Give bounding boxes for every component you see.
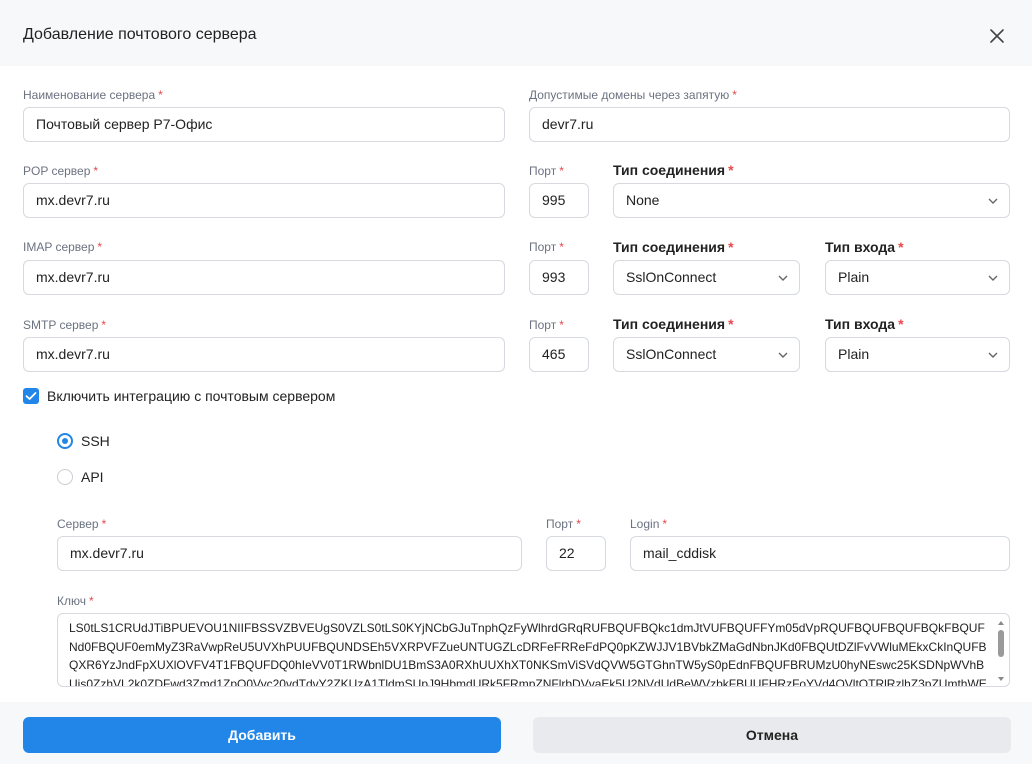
ssh-port-field[interactable]: 22 (546, 536, 606, 571)
pop-conn-type-select[interactable]: None (613, 183, 1010, 218)
domains-label: Допустимые домены через запятую * (529, 88, 737, 102)
smtp-server-label: SMTP сервер * (23, 318, 107, 332)
dialog-title: Добавление почтового сервера (23, 26, 257, 43)
pop-server-field[interactable]: mx.devr7.ru (23, 183, 505, 218)
chevron-down-icon (988, 275, 998, 281)
smtp-conn-type-value: SslOnConnect (626, 346, 717, 362)
check-icon (25, 392, 37, 400)
radio-api-label[interactable]: API (81, 469, 104, 485)
ssh-key-textarea[interactable]: LS0tLS1CRUdJTiBPUEVOU1NIIFBSSVZBVEUgS0VZ… (57, 613, 1010, 687)
pop-port-label: Порт * (529, 164, 564, 178)
pop-conn-type-label: Тип соединения * (613, 162, 734, 178)
smtp-conn-type-select[interactable]: SslOnConnect (613, 337, 800, 372)
radio-api[interactable] (57, 469, 73, 485)
chevron-down-icon (988, 198, 998, 204)
ssh-key-label: Ключ * (57, 594, 94, 608)
smtp-login-type-label: Тип входа * (825, 316, 904, 332)
add-button[interactable]: Добавить (23, 717, 501, 753)
ssh-login-label: Login * (630, 517, 668, 531)
chevron-down-icon (778, 275, 788, 281)
domains-field[interactable]: devr7.ru (529, 107, 1010, 142)
smtp-port-field[interactable]: 465 (529, 337, 589, 372)
chevron-down-icon (778, 352, 788, 358)
smtp-login-type-value: Plain (838, 346, 870, 362)
imap-login-type-label: Тип входа * (825, 239, 904, 255)
ssh-key-text: LS0tLS1CRUdJTiBPUEVOU1NIIFBSSVZBVEUgS0VZ… (69, 621, 987, 687)
ssh-port-label: Порт * (546, 517, 581, 531)
ssh-login-field[interactable]: mail_cddisk (630, 536, 1010, 571)
ssh-server-label: Сервер * (57, 517, 107, 531)
radio-ssh[interactable] (57, 433, 73, 449)
smtp-conn-type-label: Тип соединения * (613, 316, 734, 332)
integration-checkbox-label[interactable]: Включить интеграцию с почтовым сервером (47, 388, 335, 404)
radio-ssh-label[interactable]: SSH (81, 433, 110, 449)
smtp-port-label: Порт * (529, 318, 564, 332)
imap-server-field[interactable]: mx.devr7.ru (23, 260, 505, 295)
mail-server-dialog: Добавление почтового сервера Наименовани… (0, 0, 1032, 764)
pop-port-field[interactable]: 995 (529, 183, 589, 218)
imap-login-type-value: Plain (838, 269, 870, 285)
integration-checkbox[interactable] (23, 388, 39, 404)
imap-port-field[interactable]: 993 (529, 260, 589, 295)
chevron-down-icon (988, 352, 998, 358)
server-name-field[interactable]: Почтовый сервер Р7-Офис (23, 107, 505, 142)
imap-server-label: IMAP сервер * (23, 240, 103, 254)
imap-conn-type-value: SslOnConnect (626, 269, 717, 285)
pop-server-label: POP сервер * (23, 164, 99, 178)
smtp-login-type-select[interactable]: Plain (825, 337, 1010, 372)
pop-conn-type-value: None (626, 192, 660, 208)
imap-port-label: Порт * (529, 240, 564, 254)
close-icon[interactable] (986, 25, 1008, 47)
imap-conn-type-select[interactable]: SslOnConnect (613, 260, 800, 295)
smtp-server-field[interactable]: mx.devr7.ru (23, 337, 505, 372)
imap-login-type-select[interactable]: Plain (825, 260, 1010, 295)
cancel-button[interactable]: Отмена (533, 717, 1011, 753)
server-name-label: Наименование сервера * (23, 88, 163, 102)
imap-conn-type-label: Тип соединения * (613, 239, 734, 255)
scrollbar[interactable] (997, 620, 1005, 682)
ssh-server-field[interactable]: mx.devr7.ru (57, 536, 522, 571)
